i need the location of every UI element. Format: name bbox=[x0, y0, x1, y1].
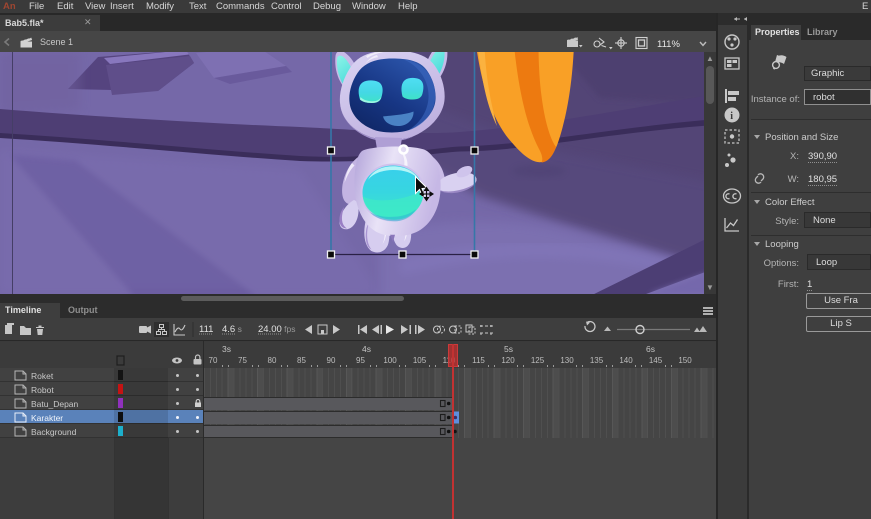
svg-text:85: 85 bbox=[297, 356, 306, 365]
svg-text:70: 70 bbox=[209, 356, 218, 365]
svg-text:120: 120 bbox=[501, 356, 515, 365]
svg-text:140: 140 bbox=[619, 356, 633, 365]
svg-text:125: 125 bbox=[531, 356, 545, 365]
svg-text:111%: 111% bbox=[657, 39, 680, 50]
svg-text:130: 130 bbox=[560, 356, 574, 365]
svg-text:3s: 3s bbox=[222, 344, 231, 354]
svg-text:5s: 5s bbox=[504, 344, 513, 354]
svg-text:i: i bbox=[730, 111, 733, 122]
svg-text:100: 100 bbox=[383, 356, 397, 365]
svg-text:115: 115 bbox=[472, 356, 485, 365]
svg-text:145: 145 bbox=[649, 356, 663, 365]
svg-text:150: 150 bbox=[678, 356, 692, 365]
svg-text:95: 95 bbox=[356, 356, 365, 365]
svg-text:4.6 s: 4.6 s bbox=[222, 324, 242, 335]
svg-text:24.00 fps: 24.00 fps bbox=[258, 324, 295, 335]
svg-text:105: 105 bbox=[413, 356, 427, 365]
svg-text:75: 75 bbox=[238, 356, 247, 365]
svg-text:4s: 4s bbox=[362, 344, 371, 354]
svg-text:111: 111 bbox=[199, 324, 213, 335]
svg-text:90: 90 bbox=[327, 356, 336, 365]
svg-text:80: 80 bbox=[268, 356, 277, 365]
svg-text:135: 135 bbox=[590, 356, 604, 365]
svg-text:6s: 6s bbox=[646, 344, 655, 354]
